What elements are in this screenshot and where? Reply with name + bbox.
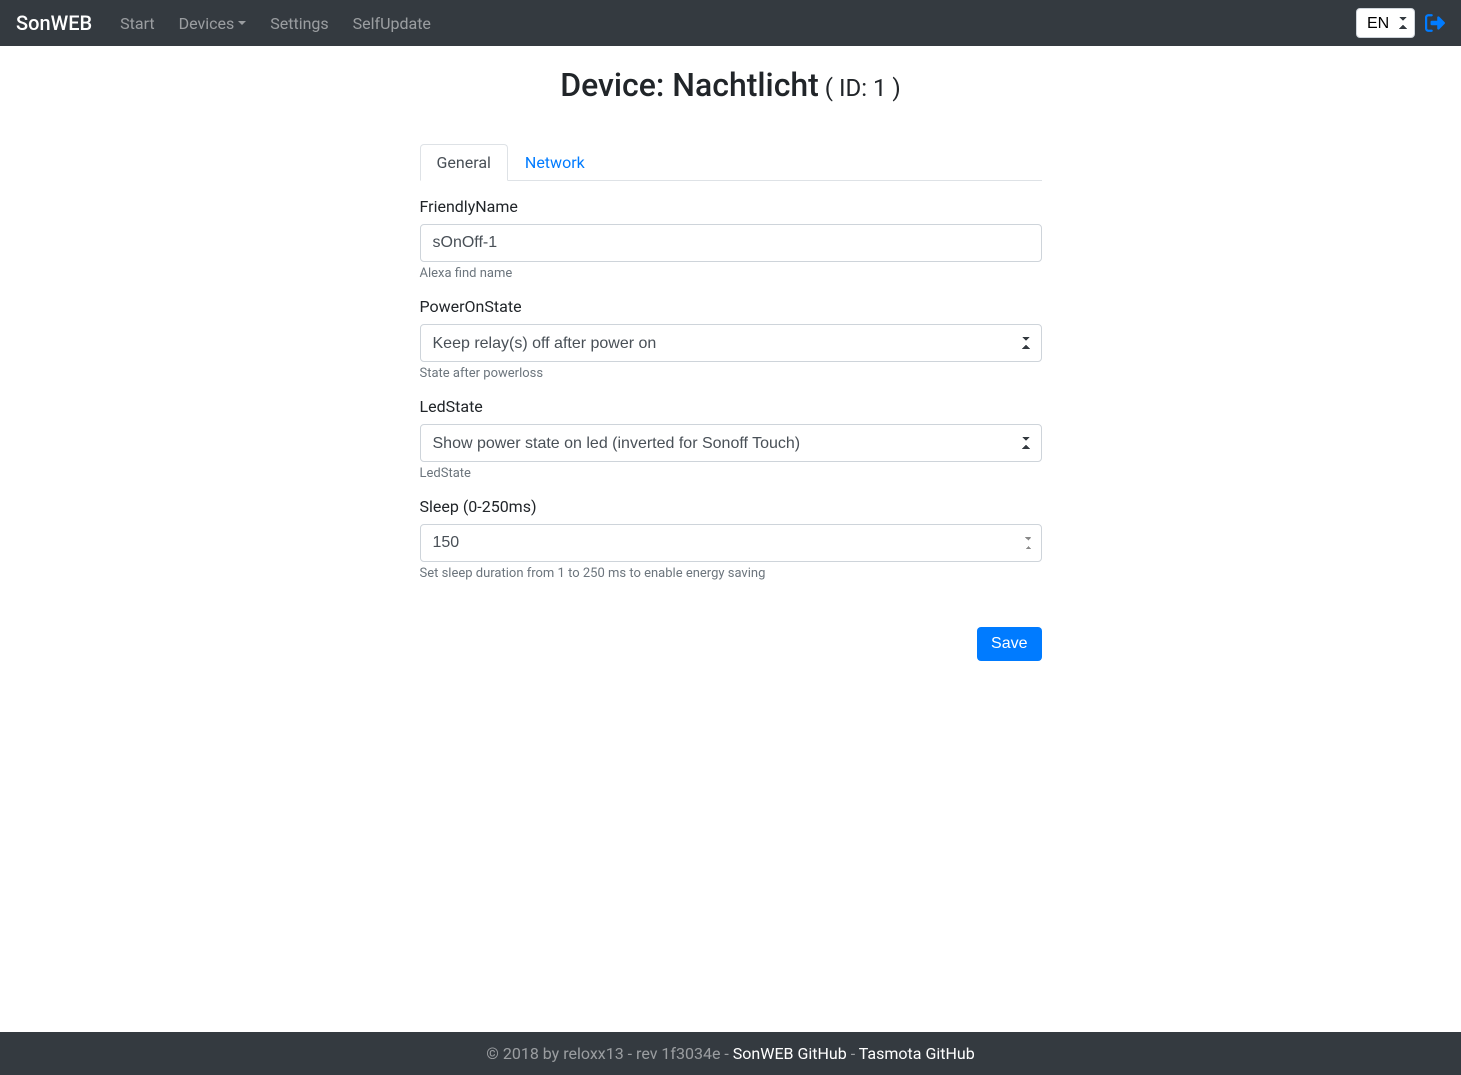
led-state-group: LedState Show power state on led (invert… [420,397,1042,481]
tab-network[interactable]: Network [508,144,602,181]
sleep-input[interactable] [420,524,1042,562]
power-on-state-select[interactable]: Keep relay(s) off after power on [420,324,1042,362]
page-title: Device: Nachtlicht ( ID: 1 ) [266,66,1196,104]
footer-link-sonweb[interactable]: SonWEB GitHub [733,1044,847,1063]
friendly-name-help: Alexa find name [420,266,1042,281]
tabs: General Network [420,144,1042,181]
language-select[interactable]: EN [1356,8,1415,38]
logout-icon[interactable] [1425,14,1445,32]
friendly-name-label: FriendlyName [420,197,1042,216]
tab-general[interactable]: General [420,144,508,181]
led-state-label: LedState [420,397,1042,416]
nav-devices[interactable]: Devices [167,6,259,41]
led-state-help: LedState [420,466,1042,481]
device-id: ( ID: 1 ) [819,74,901,102]
nav-selfupdate[interactable]: SelfUpdate [341,6,443,41]
nav-devices-label: Devices [179,14,235,33]
device-name: Nachtlicht [672,66,819,104]
nav-start[interactable]: Start [108,6,166,41]
save-button[interactable]: Save [977,627,1041,661]
power-on-state-label: PowerOnState [420,297,1042,316]
sleep-label: Sleep (0-250ms) [420,497,1042,516]
power-on-state-help: State after powerloss [420,366,1042,381]
footer-copyright: © 2018 by reloxx13 - rev 1f3034e - [486,1044,732,1063]
chevron-down-icon [238,21,246,25]
sleep-group: Sleep (0-250ms) Set sleep duration from … [420,497,1042,581]
friendly-name-group: FriendlyName Alexa find name [420,197,1042,281]
nav-links: Start Devices Settings SelfUpdate [108,6,1356,41]
sleep-help: Set sleep duration from 1 to 250 ms to e… [420,566,1042,581]
main-container: Device: Nachtlicht ( ID: 1 ) General Net… [251,66,1211,581]
power-on-state-group: PowerOnState Keep relay(s) off after pow… [420,297,1042,381]
brand-logo[interactable]: SonWEB [16,11,92,35]
nav-settings[interactable]: Settings [258,6,340,41]
title-prefix: Device: [560,66,672,104]
friendly-name-input[interactable] [420,224,1042,262]
lang-select-wrapper: EN [1356,8,1415,38]
footer-link-tasmota[interactable]: Tasmota GitHub [859,1044,975,1063]
navbar-right: EN [1356,8,1445,38]
content: General Network FriendlyName Alexa find … [420,144,1042,581]
led-state-select[interactable]: Show power state on led (inverted for So… [420,424,1042,462]
navbar: SonWEB Start Devices Settings SelfUpdate… [0,0,1461,46]
footer-sep: - [847,1044,859,1063]
footer: © 2018 by reloxx13 - rev 1f3034e - SonWE… [0,1032,1461,1075]
